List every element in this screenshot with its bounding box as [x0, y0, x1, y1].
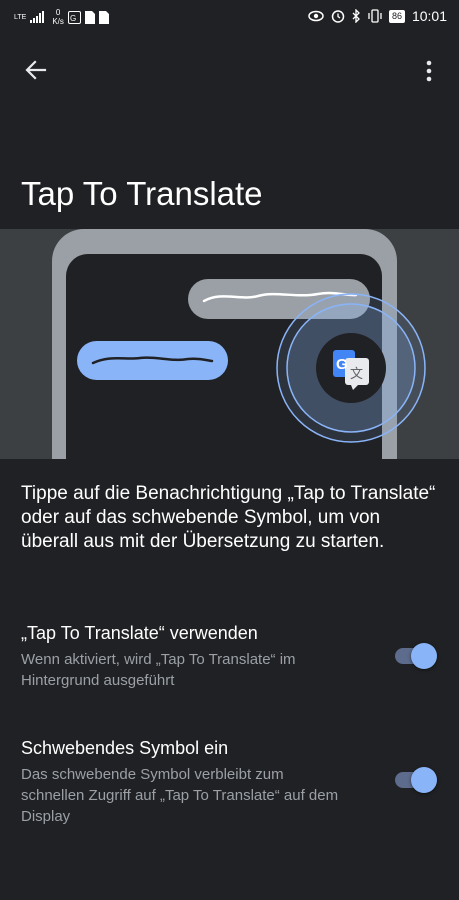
alarm-icon	[331, 10, 345, 23]
battery-indicator: 86	[388, 9, 405, 23]
setting-subtitle: Das schwebende Symbol verbleibt zum schn…	[21, 766, 339, 825]
svg-text:G: G	[70, 14, 76, 23]
file-icon	[98, 10, 109, 24]
vibrate-icon	[368, 9, 382, 23]
setting-title: „Tap To Translate“ verwenden	[21, 623, 258, 643]
use-tap-to-translate-switch[interactable]	[395, 642, 437, 670]
network-speed-value: 0	[55, 8, 61, 17]
network-speed-unit: K/s	[52, 17, 64, 26]
more-options-button[interactable]	[413, 54, 445, 86]
setting-use-tap-to-translate[interactable]: „Tap To Translate“ verwenden Wenn aktivi…	[21, 621, 441, 691]
switch-thumb	[411, 767, 437, 793]
setting-title: Schwebendes Symbol ein	[21, 738, 229, 758]
floating-icon-switch[interactable]	[395, 766, 437, 794]
status-bar: LTE 0 K/s G 86 10:01	[0, 0, 459, 34]
network-type: LTE	[14, 13, 27, 21]
clock: 10:01	[411, 8, 447, 24]
translate-notification-icon: G	[67, 10, 81, 24]
setting-subtitle: Wenn aktiviert, wird „Tap To Translate“ …	[21, 651, 296, 689]
file-icon	[84, 10, 95, 24]
illustration-graphic: G 文	[0, 229, 459, 459]
illustration: G 文	[0, 229, 459, 459]
network-speed: 0 K/s	[52, 8, 64, 26]
svg-text:G: G	[336, 356, 348, 373]
bluetooth-icon	[352, 9, 360, 23]
toolbar	[0, 52, 459, 88]
more-vert-icon	[426, 60, 432, 82]
arrow-left-icon	[25, 60, 47, 80]
eye-icon	[308, 10, 324, 22]
setting-floating-icon[interactable]: Schwebendes Symbol ein Das schwebende Sy…	[21, 736, 441, 827]
svg-text:文: 文	[350, 367, 363, 382]
description-text: Tippe auf die Benachrichtigung „Tap to T…	[21, 483, 436, 552]
page-title: Tap To Translate	[21, 175, 263, 212]
switch-thumb	[411, 643, 437, 669]
back-button[interactable]	[20, 54, 52, 86]
signal-icon	[30, 11, 45, 23]
